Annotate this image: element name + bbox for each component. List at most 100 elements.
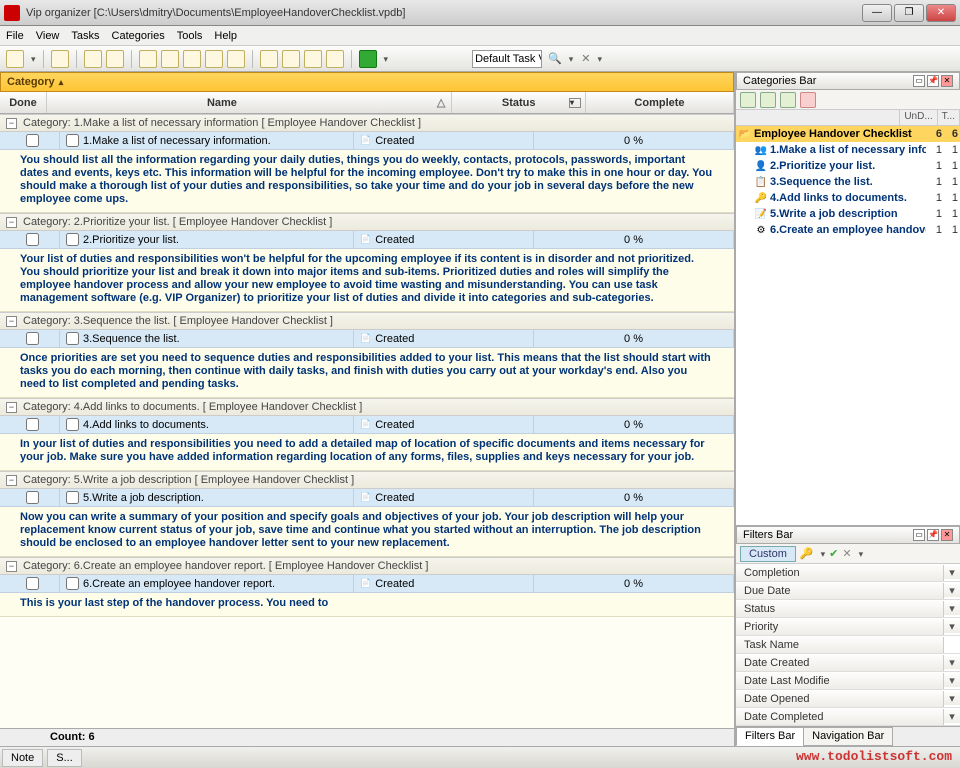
task-checkbox[interactable]	[66, 134, 79, 147]
toolbar-button[interactable]	[304, 50, 322, 68]
filter-dropdown-icon[interactable]: ▾	[944, 656, 960, 669]
done-checkbox[interactable]	[26, 491, 39, 504]
filter-dropdown-icon[interactable]: ▾	[944, 620, 960, 633]
filter-row[interactable]: Date Created▾	[736, 654, 960, 672]
panel-toolbar-button[interactable]	[760, 92, 776, 108]
tree-root[interactable]: 📂Employee Handover Checklist66	[736, 126, 960, 142]
panel-toolbar-button[interactable]	[780, 92, 796, 108]
filter-row[interactable]: Date Completed▾	[736, 708, 960, 726]
category-row[interactable]: −Category: 3.Sequence the list. [ Employ…	[0, 312, 734, 330]
menu-help[interactable]: Help	[214, 30, 237, 42]
minimize-button[interactable]: —	[862, 4, 892, 22]
dropdown-icon[interactable]	[595, 53, 603, 65]
view-combo[interactable]: Default Task Vi	[472, 50, 542, 68]
filter-tool-icon[interactable]: 🔑	[800, 547, 814, 560]
toolbar-button[interactable]	[260, 50, 278, 68]
status-s[interactable]: S...	[47, 749, 82, 767]
toolbar-button[interactable]	[326, 50, 344, 68]
panel-toolbar-button[interactable]	[740, 92, 756, 108]
toolbar-button[interactable]	[6, 50, 24, 68]
menu-categories[interactable]: Categories	[112, 30, 165, 42]
menu-view[interactable]: View	[36, 30, 60, 42]
menu-file[interactable]: File	[6, 30, 24, 42]
done-checkbox[interactable]	[26, 418, 39, 431]
filter-row[interactable]: Priority▾	[736, 618, 960, 636]
task-row[interactable]: 3.Sequence the list.Created0 %	[0, 330, 734, 348]
tree-item[interactable]: 👤2.Prioritize your list.11	[736, 158, 960, 174]
tree-item[interactable]: 👥1.Make a list of necessary info11	[736, 142, 960, 158]
tree-item[interactable]: 🔑4.Add links to documents.11	[736, 190, 960, 206]
filter-dropdown-icon[interactable]: ▾	[944, 674, 960, 687]
category-row[interactable]: −Category: 2.Prioritize your list. [ Emp…	[0, 213, 734, 231]
toolbar-button[interactable]	[359, 50, 377, 68]
filter-row[interactable]: Status▾	[736, 600, 960, 618]
done-checkbox[interactable]	[26, 134, 39, 147]
filter-dropdown-icon[interactable]: ▾	[944, 602, 960, 615]
filter-tool-icon[interactable]: ✕	[842, 547, 851, 560]
toolbar-button[interactable]	[106, 50, 124, 68]
done-checkbox[interactable]	[26, 577, 39, 590]
toolbar-button[interactable]	[183, 50, 201, 68]
category-bar[interactable]: Category ▴	[0, 72, 734, 92]
panel-pin-icon[interactable]: 📌	[927, 75, 939, 87]
filter-dropdown-icon[interactable]: ▾	[944, 692, 960, 705]
task-checkbox[interactable]	[66, 332, 79, 345]
dropdown-icon[interactable]	[28, 53, 36, 65]
filter-dropdown-icon[interactable]: ▾	[944, 584, 960, 597]
panel-close-icon[interactable]: ✕	[941, 529, 953, 541]
toolbar-button[interactable]	[161, 50, 179, 68]
filter-row[interactable]: Completion▾	[736, 564, 960, 582]
expand-icon[interactable]: −	[6, 118, 17, 129]
tab-navigation-bar[interactable]: Navigation Bar	[803, 727, 893, 746]
expand-icon[interactable]: −	[6, 316, 17, 327]
task-checkbox[interactable]	[66, 491, 79, 504]
toolbar-button[interactable]	[84, 50, 102, 68]
category-row[interactable]: −Category: 4.Add links to documents. [ E…	[0, 398, 734, 416]
panel-button[interactable]: ▭	[913, 75, 925, 87]
filter-dropdown-icon[interactable]: ▾	[944, 566, 960, 579]
done-checkbox[interactable]	[26, 233, 39, 246]
filter-row[interactable]: Due Date▾	[736, 582, 960, 600]
category-row[interactable]: −Category: 6.Create an employee handover…	[0, 557, 734, 575]
panel-pin-icon[interactable]: 📌	[927, 529, 939, 541]
tree-item[interactable]: ⚙6.Create an employee handove11	[736, 222, 960, 238]
task-checkbox[interactable]	[66, 233, 79, 246]
panel-toolbar-button[interactable]	[800, 92, 816, 108]
menu-tasks[interactable]: Tasks	[71, 30, 99, 42]
close-button[interactable]: ✕	[926, 4, 956, 22]
dropdown-icon[interactable]	[381, 53, 389, 65]
toolbar-icon[interactable]: ✕	[581, 52, 590, 65]
grid-body[interactable]: −Category: 1.Make a list of necessary in…	[0, 114, 734, 728]
expand-icon[interactable]: −	[6, 402, 17, 413]
col-status[interactable]: Status▾	[452, 92, 586, 113]
maximize-button[interactable]: ❐	[894, 4, 924, 22]
filter-row[interactable]: Date Opened▾	[736, 690, 960, 708]
filter-dropdown-icon[interactable]: ▾	[944, 710, 960, 723]
col-name[interactable]: Name△	[47, 92, 452, 113]
tree-item[interactable]: 📋3.Sequence the list.11	[736, 174, 960, 190]
menu-tools[interactable]: Tools	[177, 30, 203, 42]
expand-icon[interactable]: −	[6, 217, 17, 228]
tab-filters-bar[interactable]: Filters Bar	[736, 727, 804, 746]
toolbar-button[interactable]	[51, 50, 69, 68]
category-row[interactable]: −Category: 1.Make a list of necessary in…	[0, 114, 734, 132]
task-row[interactable]: 1.Make a list of necessary information.C…	[0, 132, 734, 150]
filter-custom-button[interactable]: Custom	[740, 546, 796, 562]
task-checkbox[interactable]	[66, 577, 79, 590]
task-row[interactable]: 6.Create an employee handover report.Cre…	[0, 575, 734, 593]
col-done[interactable]: Done	[0, 92, 47, 113]
task-row[interactable]: 4.Add links to documents.Created0 %	[0, 416, 734, 434]
panel-close-icon[interactable]: ✕	[941, 75, 953, 87]
panel-button[interactable]: ▭	[913, 529, 925, 541]
task-row[interactable]: 5.Write a job description.Created0 %	[0, 489, 734, 507]
toolbar-button[interactable]	[227, 50, 245, 68]
expand-icon[interactable]: −	[6, 475, 17, 486]
category-row[interactable]: −Category: 5.Write a job description [ E…	[0, 471, 734, 489]
tree-item[interactable]: 📝5.Write a job description11	[736, 206, 960, 222]
task-checkbox[interactable]	[66, 418, 79, 431]
toolbar-button[interactable]	[139, 50, 157, 68]
col-complete[interactable]: Complete	[586, 92, 734, 113]
done-checkbox[interactable]	[26, 332, 39, 345]
status-note[interactable]: Note	[2, 749, 43, 767]
toolbar-icon[interactable]: 🔍	[548, 52, 562, 65]
